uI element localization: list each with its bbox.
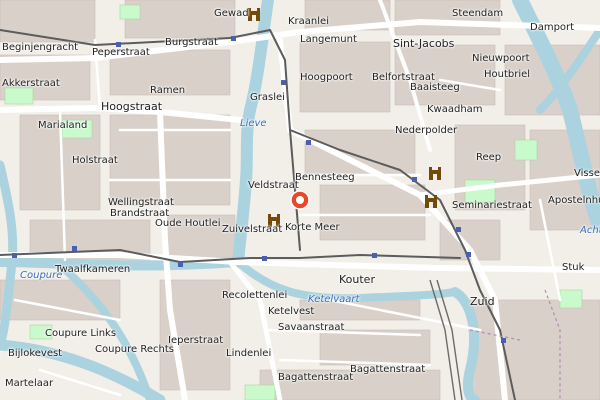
location-pin-icon[interactable] bbox=[289, 189, 311, 211]
castle-icon[interactable] bbox=[427, 165, 443, 181]
castle-icon[interactable] bbox=[423, 193, 439, 209]
castle-icon[interactable] bbox=[266, 212, 282, 228]
map-canvas[interactable]: Steendam Damport Beginjengracht Burgstra… bbox=[0, 0, 600, 400]
castle-icon[interactable] bbox=[246, 6, 262, 22]
